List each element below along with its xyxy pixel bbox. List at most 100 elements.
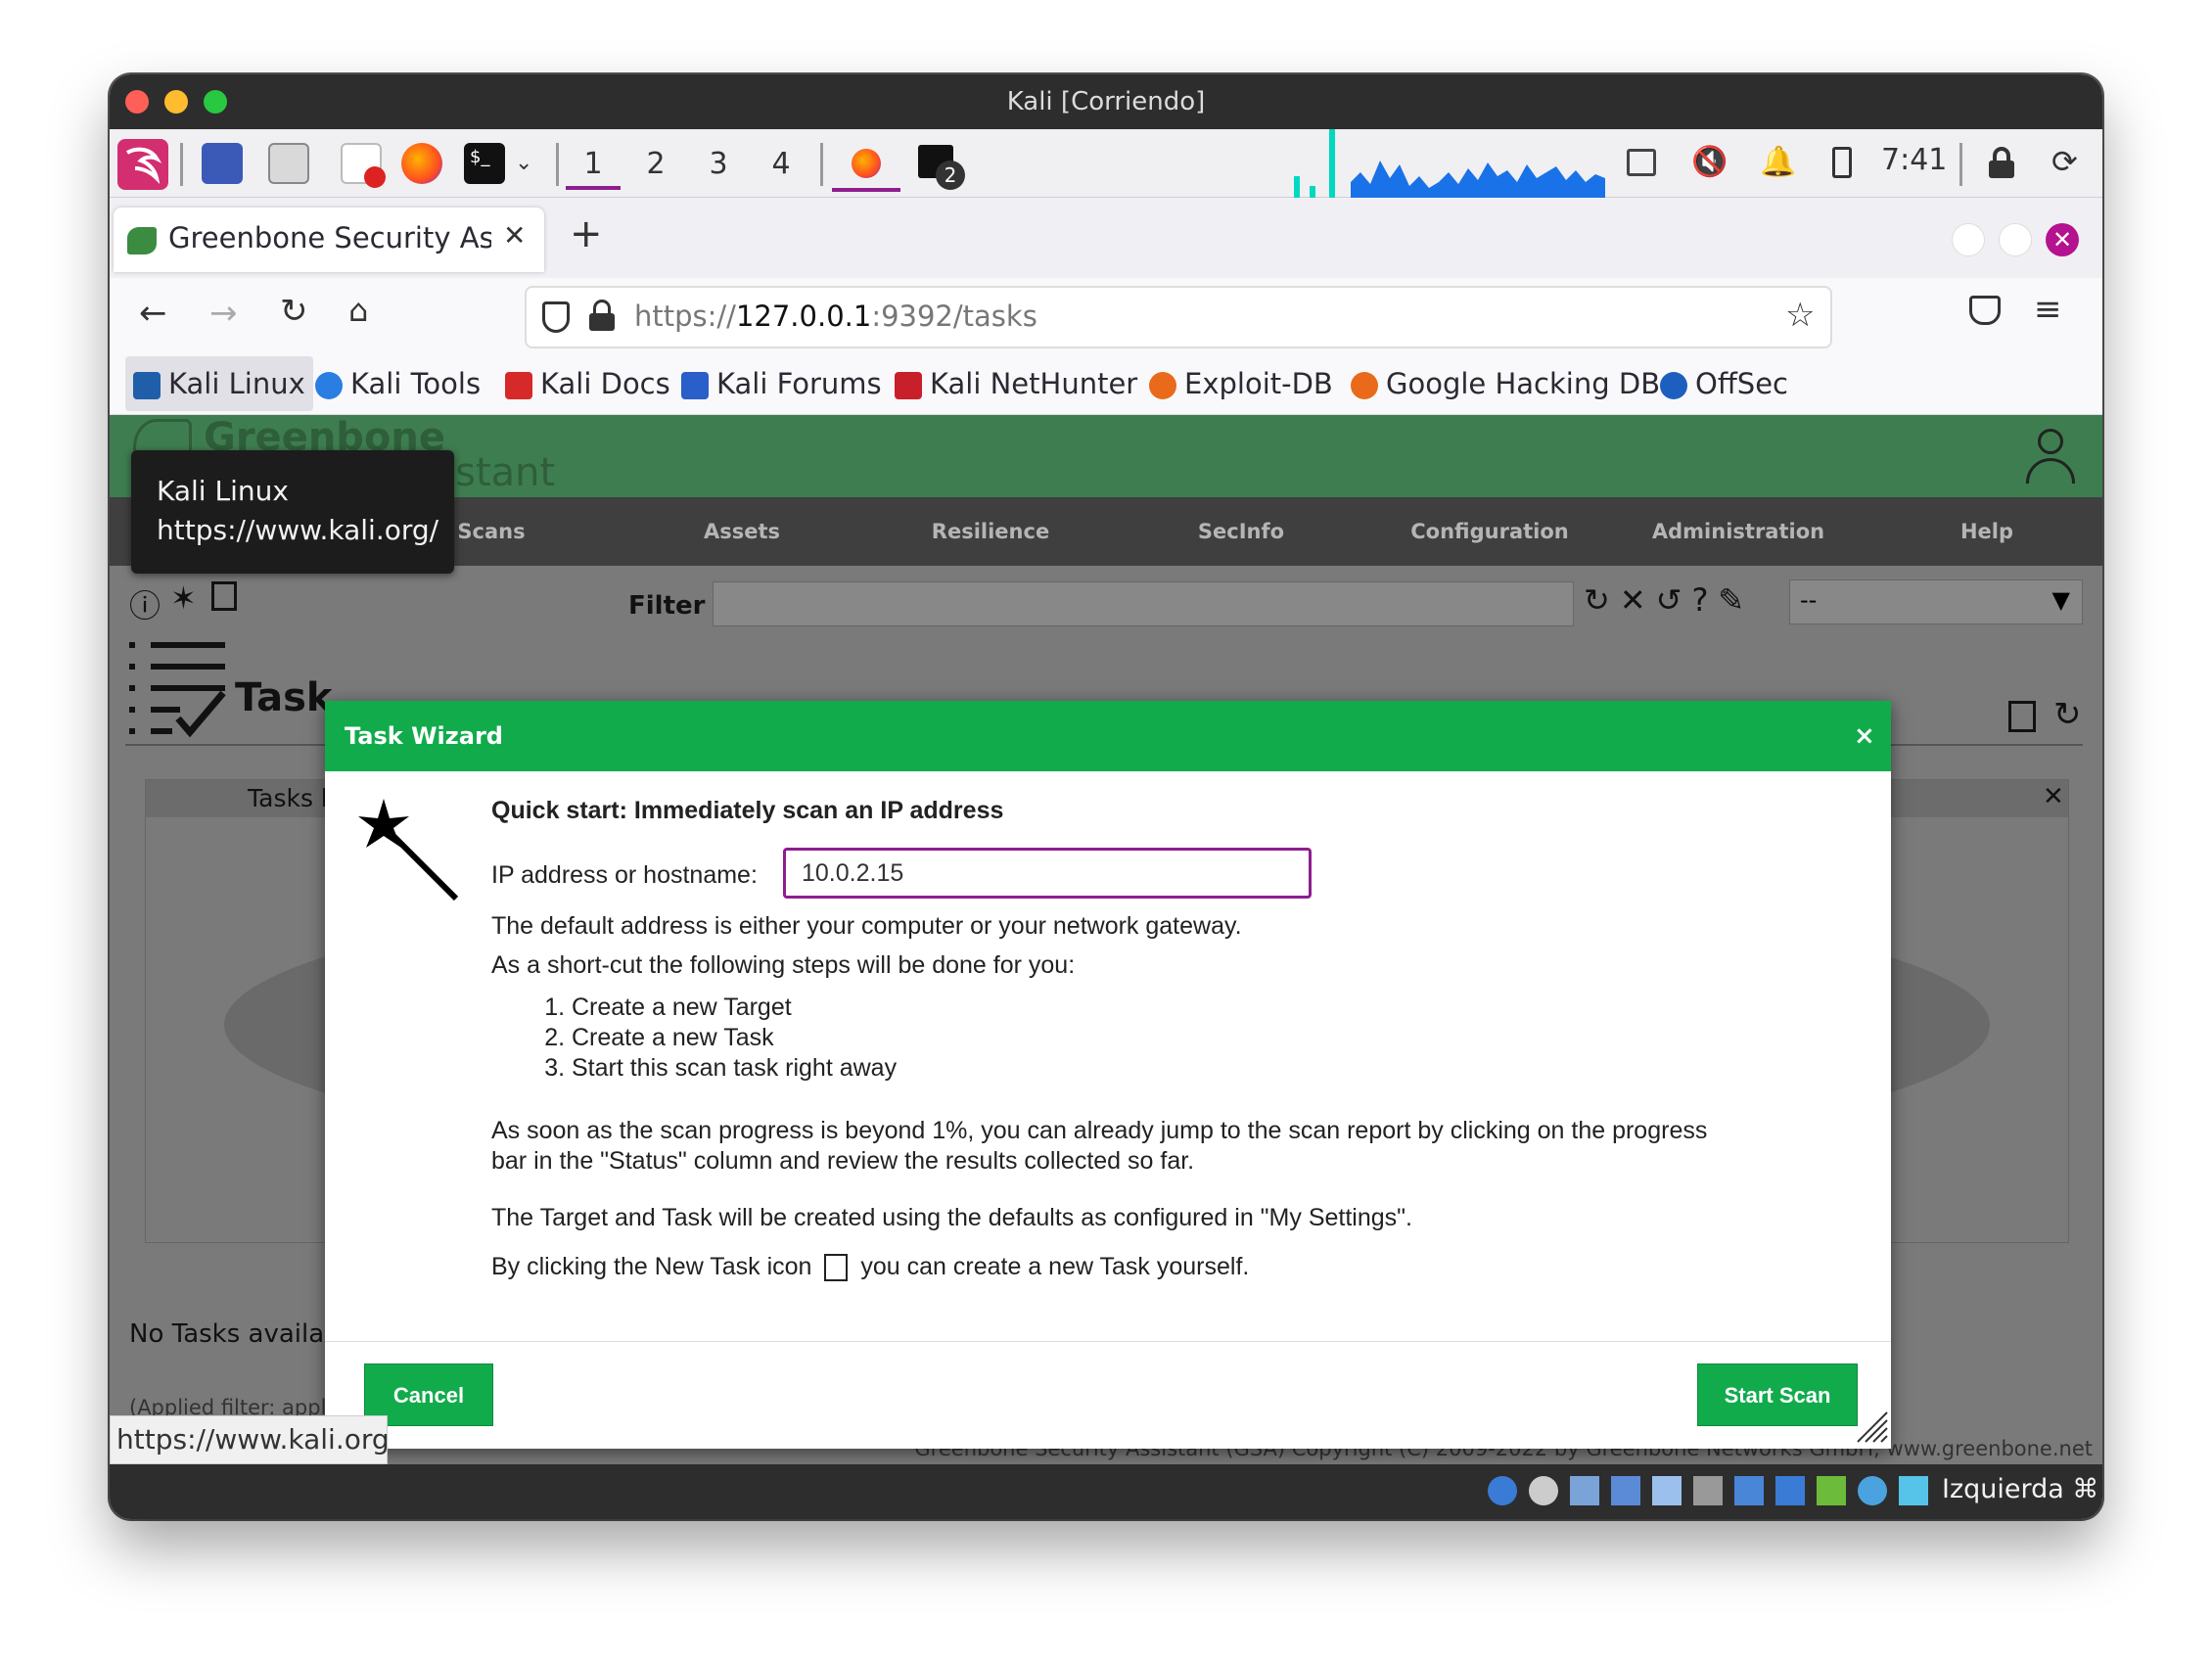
- menu-secinfo[interactable]: SecInfo: [1133, 497, 1349, 566]
- new-tab-button[interactable]: +: [570, 211, 603, 256]
- new-task-icon[interactable]: [211, 581, 237, 611]
- vbox-optical-icon[interactable]: [1488, 1476, 1517, 1505]
- kali-panel: $_ ⌄ 1 2 3 4 2 🔇 🔔 7:41 ⟳: [110, 129, 2102, 198]
- tab-title: Greenbone Security Assist: [168, 221, 491, 254]
- vbox-cpu-icon[interactable]: [1817, 1476, 1846, 1505]
- resize-handle-icon[interactable]: [1854, 1409, 1889, 1444]
- close-window-button[interactable]: [125, 90, 149, 114]
- vbox-status-bar: Izquierda ⌘: [110, 1464, 2102, 1519]
- bookmark-kali-nethunter[interactable]: Kali NetHunter: [895, 356, 1137, 411]
- menu-administration[interactable]: Administration: [1631, 497, 1846, 566]
- network-icon[interactable]: [1627, 149, 1656, 176]
- dialog-header: Task Wizard ×: [325, 701, 1891, 771]
- back-arrow-icon[interactable]: ←: [139, 294, 167, 333]
- user-icon[interactable]: [2026, 429, 2075, 484]
- filter-input[interactable]: [713, 581, 1574, 626]
- close-panel-icon[interactable]: ✕: [2043, 782, 2064, 811]
- forward-arrow-icon[interactable]: →: [209, 294, 238, 333]
- taskbar-terminal[interactable]: 2: [918, 145, 965, 190]
- refresh-filter-icon[interactable]: ↻: [1584, 581, 1620, 619]
- battery-icon[interactable]: [1832, 147, 1852, 178]
- wizard-icon[interactable]: ✶: [170, 579, 197, 617]
- offsec-icon: [1660, 372, 1687, 399]
- bookmark-google-hacking-db[interactable]: Google Hacking DB: [1351, 356, 1660, 411]
- minimize-window-button[interactable]: [164, 90, 188, 114]
- menu-help[interactable]: Help: [1879, 497, 2095, 566]
- lock-warning-icon[interactable]: [589, 300, 615, 333]
- kali-docs-icon: [505, 372, 532, 399]
- desktop-icon[interactable]: [202, 143, 243, 184]
- bookmarks-bar: Kali Linux Kali Tools Kali Docs Kali For…: [110, 356, 2102, 415]
- home-icon[interactable]: ⌂: [348, 292, 368, 329]
- firefox-launcher-icon[interactable]: [401, 143, 442, 184]
- bookmark-offsec[interactable]: OffSec: [1660, 356, 1788, 411]
- vbox-mouse-icon[interactable]: [1858, 1476, 1887, 1505]
- text-editor-icon[interactable]: [341, 143, 386, 188]
- new-task-hint: By clicking the New Task icon you can cr…: [491, 1253, 1250, 1282]
- url-text[interactable]: https://127.0.0.1:9392/tasks: [634, 300, 1037, 333]
- vbox-usb-icon[interactable]: [1652, 1476, 1682, 1505]
- no-tasks-text: No Tasks availab: [129, 1319, 341, 1349]
- terminal-launcher-icon[interactable]: $_: [464, 143, 505, 184]
- vbox-disk-icon[interactable]: [1529, 1476, 1558, 1505]
- refresh-icon[interactable]: ↻: [2053, 695, 2082, 734]
- clear-filter-icon[interactable]: ✕: [1620, 581, 1656, 619]
- kali-menu-icon[interactable]: [117, 139, 168, 190]
- tasks-list-icon: [129, 640, 227, 738]
- workspace-1[interactable]: 1: [566, 139, 621, 190]
- bookmark-kali-tools[interactable]: Kali Tools: [315, 356, 481, 411]
- menu-configuration[interactable]: Configuration: [1382, 497, 1597, 566]
- url-bar[interactable]: https://127.0.0.1:9392/tasks ☆: [525, 286, 1832, 348]
- network-graph: [1351, 161, 1605, 198]
- ip-address-input[interactable]: [783, 848, 1312, 899]
- vbox-display-icon[interactable]: [1734, 1476, 1764, 1505]
- close-dialog-icon[interactable]: ×: [1854, 701, 1875, 771]
- bookmark-kali-forums[interactable]: Kali Forums: [681, 356, 882, 411]
- reset-filter-icon[interactable]: ↺: [1656, 581, 1692, 619]
- vbox-audio-icon[interactable]: [1570, 1476, 1599, 1505]
- notifications-bell-icon[interactable]: 🔔: [1760, 145, 1796, 179]
- menu-resilience[interactable]: Resilience: [883, 497, 1098, 566]
- vbox-shared-folder-icon[interactable]: [1693, 1476, 1723, 1505]
- bookmark-exploit-db[interactable]: Exploit-DB: [1149, 356, 1333, 411]
- bookmark-kali-docs[interactable]: Kali Docs: [505, 356, 670, 411]
- logout-icon[interactable]: ⟳: [2051, 143, 2078, 180]
- vbox-keyboard-icon[interactable]: [1899, 1476, 1928, 1505]
- workspace-3[interactable]: 3: [691, 139, 746, 190]
- lock-screen-icon[interactable]: [1989, 147, 2014, 178]
- minimize-browser-button[interactable]: [1952, 223, 1985, 256]
- new-task-inline-icon: [824, 1254, 849, 1282]
- settings-text: The Target and Task will be created usin…: [491, 1204, 1412, 1231]
- browser-tab-greenbone[interactable]: Greenbone Security Assist ✕: [114, 208, 544, 272]
- taskbar-firefox[interactable]: [832, 137, 900, 192]
- workspace-2[interactable]: 2: [628, 139, 683, 190]
- menu-assets[interactable]: Assets: [634, 497, 850, 566]
- browser-tabbar: Greenbone Security Assist ✕ + ✕: [110, 198, 2102, 278]
- filter-select[interactable]: -- ▼: [1789, 579, 2083, 624]
- pocket-icon[interactable]: [1969, 296, 2001, 325]
- vbox-recording-icon[interactable]: [1775, 1476, 1805, 1505]
- shield-icon[interactable]: [542, 301, 570, 333]
- vbox-network-icon[interactable]: [1611, 1476, 1640, 1505]
- new-task-header-icon[interactable]: [2008, 701, 2036, 732]
- volume-muted-icon[interactable]: 🔇: [1691, 145, 1728, 179]
- reload-icon[interactable]: ↻: [280, 292, 308, 331]
- close-browser-icon[interactable]: ✕: [2046, 223, 2079, 256]
- clock[interactable]: 7:41: [1881, 143, 1947, 177]
- workspace-4[interactable]: 4: [754, 139, 808, 190]
- bookmark-kali-linux[interactable]: Kali Linux: [125, 356, 313, 411]
- bookmark-tooltip: Kali Linux https://www.kali.org/: [131, 450, 454, 574]
- maximize-browser-button[interactable]: [1999, 223, 2032, 256]
- dropdown-arrow-icon: ▼: [2051, 586, 2070, 614]
- chevron-down-icon[interactable]: ⌄: [515, 151, 532, 175]
- bookmark-star-icon[interactable]: ☆: [1785, 296, 1815, 335]
- file-manager-icon[interactable]: [268, 143, 309, 184]
- hamburger-menu-icon[interactable]: ≡: [2034, 290, 2062, 329]
- edit-filter-icon[interactable]: ✎: [1718, 581, 1754, 619]
- filter-help-icon[interactable]: ?: [1691, 581, 1718, 619]
- zoom-window-button[interactable]: [204, 90, 227, 114]
- help-icon[interactable]: ⓘ: [129, 581, 161, 626]
- close-tab-icon[interactable]: ✕: [503, 219, 526, 252]
- progress-text: As soon as the scan progress is beyond 1…: [491, 1117, 1708, 1175]
- start-scan-button[interactable]: Start Scan: [1697, 1364, 1858, 1426]
